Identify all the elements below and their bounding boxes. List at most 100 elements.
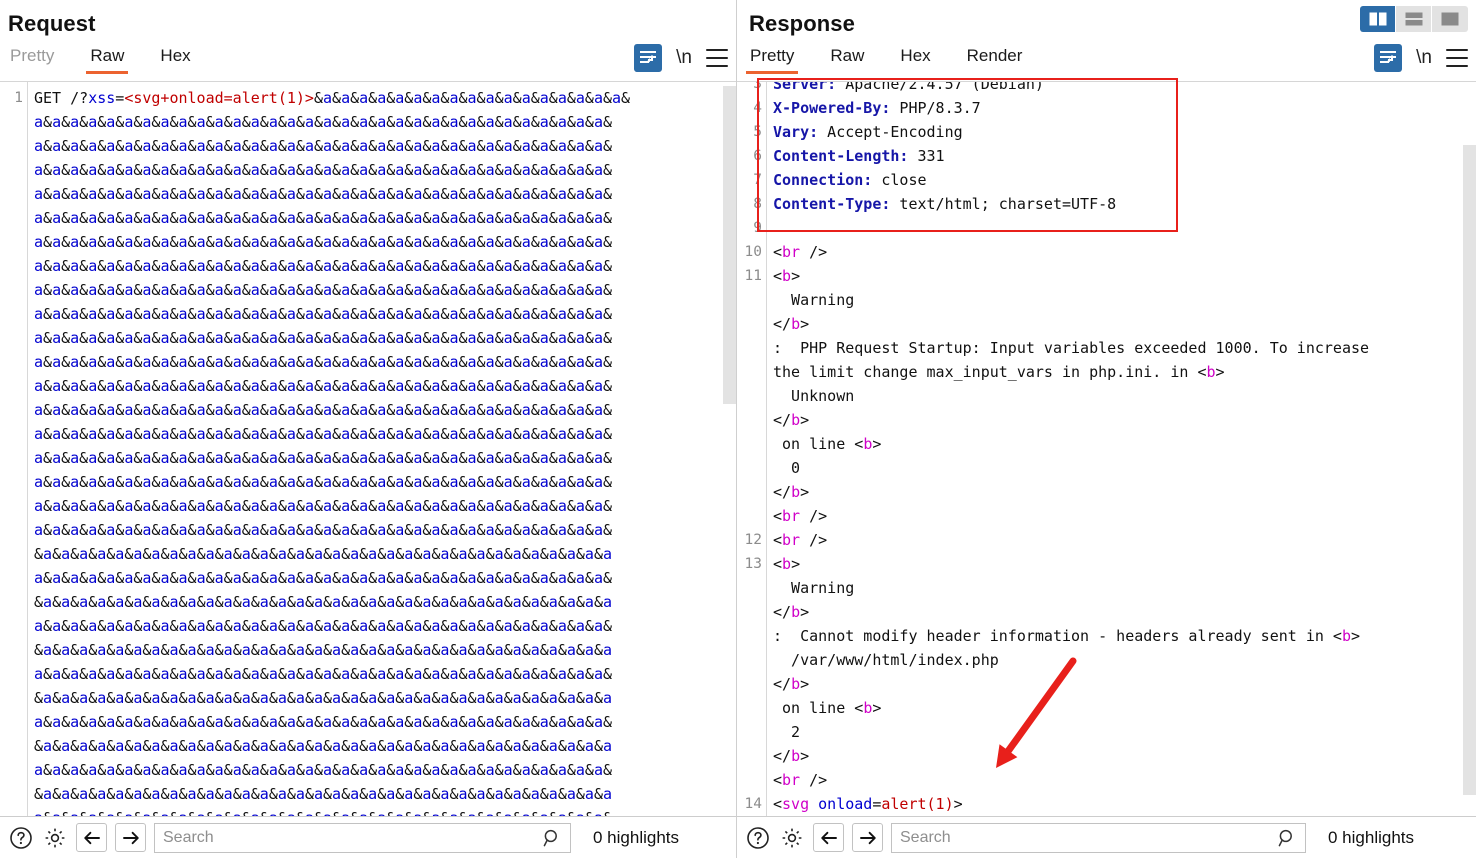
code-token: a <box>178 281 188 299</box>
search-prev-button[interactable] <box>76 823 107 852</box>
code-token: a <box>521 401 531 419</box>
code-token: a <box>368 689 378 707</box>
layout-side-by-side-button[interactable] <box>1360 6 1396 32</box>
tab-response-raw[interactable]: Raw <box>830 44 864 74</box>
code-token: a <box>359 761 369 779</box>
tab-request-pretty[interactable]: Pretty <box>10 44 54 74</box>
response-editor[interactable]: 3 4 5 6 7 8 9 10 11 12 13 14 Server: Apache/2.4.57 … <box>737 82 1476 816</box>
help-circle-icon[interactable] <box>745 825 771 851</box>
code-token: a <box>575 329 585 347</box>
search-next-button[interactable] <box>852 823 883 852</box>
layout-single-pane-button[interactable] <box>1432 6 1468 32</box>
code-token: & <box>106 689 116 707</box>
code-token: a <box>106 185 116 203</box>
response-line-number <box>737 288 762 312</box>
code-token: a <box>34 521 44 539</box>
code-token: a <box>485 377 495 395</box>
word-wrap-icon[interactable] <box>1374 44 1403 72</box>
code-token: & <box>368 209 378 227</box>
tab-request-raw[interactable]: Raw <box>86 44 129 74</box>
code-token: & <box>295 353 305 371</box>
request-search-input[interactable] <box>154 822 571 853</box>
code-token: a <box>232 185 242 203</box>
code-token: a <box>268 281 278 299</box>
code-token: & <box>467 737 477 755</box>
code-token: a <box>359 665 369 683</box>
code-token: & <box>52 737 62 755</box>
code-token: & <box>584 89 594 107</box>
response-scrollbar-thumb[interactable] <box>1463 145 1476 795</box>
layout-top-bottom-button[interactable] <box>1396 6 1432 32</box>
code-token: & <box>548 377 558 395</box>
code-token: & <box>313 569 323 587</box>
request-line: a&a&a&a&a&a&a&a&a&a&a&a&a&a&a&a&a&a&a&a&… <box>34 374 736 398</box>
code-token: & <box>368 281 378 299</box>
code-token: a <box>350 641 360 659</box>
code-token: a <box>232 377 242 395</box>
code-token: & <box>61 161 71 179</box>
request-scrollbar[interactable] <box>723 82 736 816</box>
hamburger-menu-icon[interactable] <box>1446 49 1468 67</box>
response-line-number: 13 <box>744 556 762 572</box>
code-token: a <box>124 209 134 227</box>
search-next-button[interactable] <box>115 823 146 852</box>
code-token: & <box>241 521 251 539</box>
code-token: a <box>557 377 567 395</box>
code-token: & <box>187 185 197 203</box>
code-token: & <box>61 665 71 683</box>
code-token: a <box>548 785 558 803</box>
code-token: & <box>332 473 342 491</box>
code-token: & <box>314 809 323 816</box>
hamburger-menu-icon[interactable] <box>706 49 728 67</box>
gear-icon[interactable] <box>42 825 68 851</box>
code-token: & <box>241 497 251 515</box>
response-line-number <box>737 432 762 456</box>
code-token: & <box>70 737 80 755</box>
code-token: & <box>548 353 558 371</box>
request-scrollbar-thumb[interactable] <box>723 86 736 404</box>
tab-response-render[interactable]: Render <box>967 44 1023 74</box>
newline-toggle-button[interactable]: \n <box>674 47 694 69</box>
code-token: 2 <box>773 723 801 741</box>
code-token: & <box>43 617 53 635</box>
code-token: & <box>584 497 594 515</box>
code-token: & <box>79 713 89 731</box>
code-token: a <box>377 209 387 227</box>
help-circle-icon[interactable] <box>8 825 34 851</box>
request-code[interactable]: GET /?xss=<svg+onload=alert(1)>&a&a&a&a&… <box>28 82 736 816</box>
code-token: & <box>97 185 107 203</box>
search-prev-button[interactable] <box>813 823 844 852</box>
code-token: & <box>368 473 378 491</box>
code-token: a <box>169 737 179 755</box>
code-token: & <box>79 761 89 779</box>
code-token: a <box>458 641 468 659</box>
response-search-input[interactable] <box>891 822 1306 853</box>
tab-request-hex[interactable]: Hex <box>160 44 190 74</box>
code-token: a <box>106 377 116 395</box>
code-token: & <box>205 665 215 683</box>
code-token: a <box>368 593 378 611</box>
request-editor[interactable]: 1 GET /?xss=<svg+onload=alert(1)>&a&a&a&… <box>0 82 736 816</box>
code-token: & <box>539 545 549 563</box>
code-token: & <box>350 329 360 347</box>
code-token: a <box>268 185 278 203</box>
response-code[interactable]: Server: Apache/2.4.57 (Debian) X-Powered-… <box>767 82 1476 816</box>
code-token: a <box>521 89 531 107</box>
code-token: & <box>79 617 89 635</box>
response-scrollbar[interactable] <box>1463 82 1476 816</box>
code-token: a <box>521 113 531 131</box>
code-token: & <box>377 545 387 563</box>
gear-icon[interactable] <box>779 825 805 851</box>
code-token: & <box>115 257 125 275</box>
tab-response-pretty[interactable]: Pretty <box>745 44 799 74</box>
word-wrap-icon[interactable] <box>634 44 663 72</box>
code-token: & <box>476 521 486 539</box>
code-token: a <box>241 737 251 755</box>
code-token: a <box>413 185 423 203</box>
newline-toggle-button[interactable]: \n <box>1414 47 1434 69</box>
tab-response-hex[interactable]: Hex <box>900 44 930 74</box>
code-token: & <box>341 785 351 803</box>
code-token: & <box>79 401 89 419</box>
code-token: & <box>43 497 53 515</box>
code-token: & <box>187 617 197 635</box>
